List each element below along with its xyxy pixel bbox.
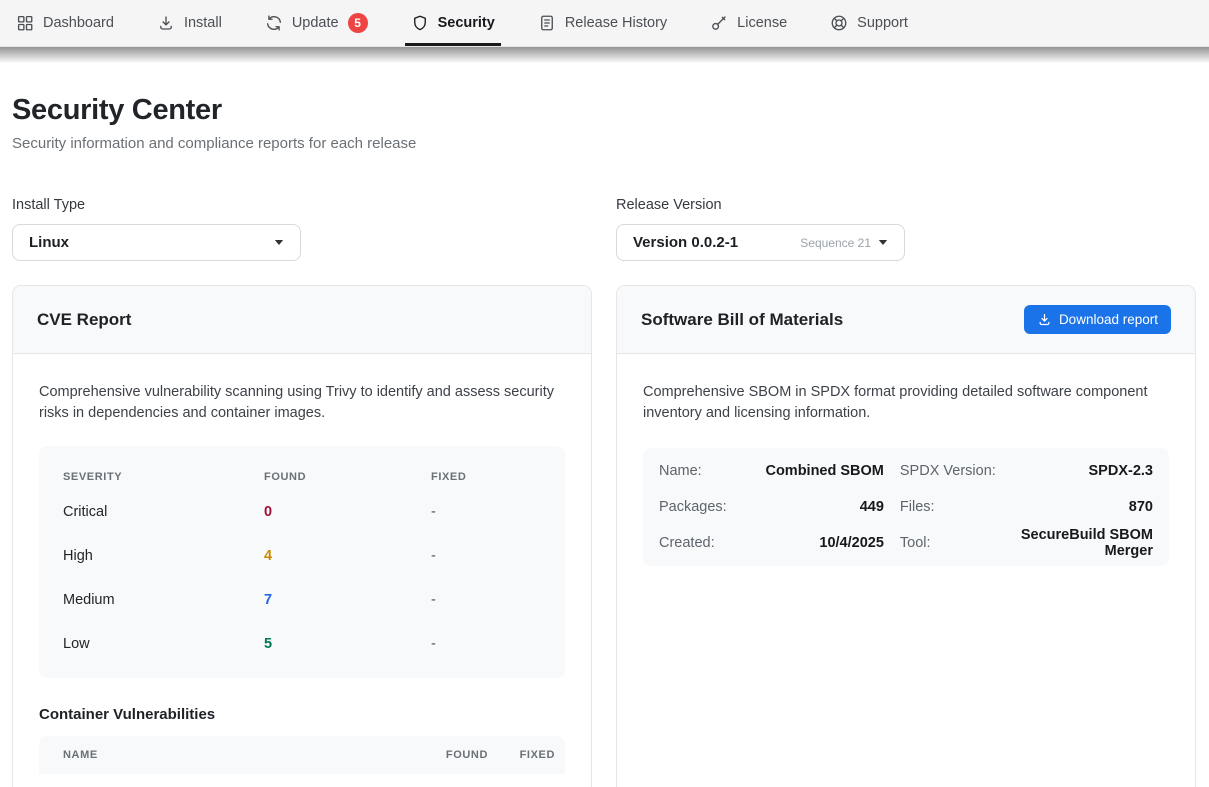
page-title: Security Center bbox=[12, 93, 1196, 127]
install-type-value: Linux bbox=[29, 234, 274, 251]
nav-item-support[interactable]: Support bbox=[824, 0, 914, 46]
sbom-detail-label: Name: bbox=[659, 453, 727, 489]
grid-icon bbox=[16, 14, 34, 32]
sbom-card: Software Bill of Materials Download repo… bbox=[616, 285, 1196, 787]
nav-label: Support bbox=[857, 15, 908, 31]
download-icon bbox=[1037, 312, 1052, 327]
severity-row-critical: Critical 0 - bbox=[63, 490, 541, 534]
severity-row-medium: Medium 7 - bbox=[63, 578, 541, 622]
nav-label: Dashboard bbox=[43, 15, 114, 31]
sbom-detail-value: Combined SBOM bbox=[743, 453, 884, 489]
sbom-detail-value: SecureBuild SBOM Merger bbox=[1012, 525, 1153, 561]
caret-down-icon bbox=[274, 239, 284, 246]
cve-report-card: CVE Report Comprehensive vulnerability s… bbox=[12, 285, 592, 787]
col-severity: SEVERITY bbox=[63, 471, 264, 483]
nav-label: Install bbox=[184, 15, 222, 31]
release-version-label: Release Version bbox=[616, 197, 1196, 214]
refresh-icon bbox=[265, 14, 283, 32]
nav-bar: Dashboard Install Update 5 Security Rele… bbox=[0, 0, 1209, 47]
cards-row: CVE Report Comprehensive vulnerability s… bbox=[12, 285, 1196, 787]
nav-item-release-history[interactable]: Release History bbox=[532, 0, 673, 46]
sbom-title: Software Bill of Materials bbox=[641, 310, 843, 330]
sbom-description: Comprehensive SBOM in SPDX format provid… bbox=[643, 382, 1169, 424]
nav-label: Update bbox=[292, 15, 339, 31]
sbom-header: Software Bill of Materials Download repo… bbox=[617, 286, 1195, 354]
install-type-label: Install Type bbox=[12, 197, 592, 214]
sbom-detail-label: Files: bbox=[900, 489, 996, 525]
nav-item-dashboard[interactable]: Dashboard bbox=[10, 0, 120, 46]
nav-label: Security bbox=[438, 15, 495, 31]
severity-name: High bbox=[63, 548, 264, 564]
sbom-detail-label: Packages: bbox=[659, 489, 727, 525]
severity-table: SEVERITY FOUND FIXED Critical 0 - High 4… bbox=[39, 446, 565, 678]
download-report-label: Download report bbox=[1059, 312, 1158, 327]
col-name: NAME bbox=[63, 749, 420, 761]
fixed-count: - bbox=[431, 548, 541, 564]
filters-row: Install Type Linux Release Version Versi… bbox=[12, 197, 1196, 261]
page-subtitle: Security information and compliance repo… bbox=[12, 135, 1196, 153]
container-vulnerabilities-table-body bbox=[39, 774, 565, 787]
cve-report-description: Comprehensive vulnerability scanning usi… bbox=[39, 382, 565, 424]
col-found: FOUND bbox=[420, 749, 488, 761]
fixed-count: - bbox=[431, 636, 541, 652]
nav-item-security[interactable]: Security bbox=[405, 0, 501, 46]
download-report-button[interactable]: Download report bbox=[1024, 305, 1171, 334]
container-vulnerabilities-table-header: NAME FOUND FIXED bbox=[39, 736, 565, 774]
severity-row-low: Low 5 - bbox=[63, 622, 541, 666]
main-content: Security Center Security information and… bbox=[0, 63, 1209, 787]
sbom-detail-label: Created: bbox=[659, 525, 727, 561]
release-version-select[interactable]: Version 0.0.2-1 Sequence 21 bbox=[616, 224, 905, 261]
severity-row-high: High 4 - bbox=[63, 534, 541, 578]
cve-report-header: CVE Report bbox=[13, 286, 591, 354]
nav-item-update[interactable]: Update 5 bbox=[259, 0, 374, 46]
found-count: 7 bbox=[264, 592, 431, 608]
fixed-count: - bbox=[431, 504, 541, 520]
sbom-detail-value: 870 bbox=[1012, 489, 1153, 525]
nav-label: Release History bbox=[565, 15, 667, 31]
shield-icon bbox=[411, 14, 429, 32]
severity-name: Critical bbox=[63, 504, 264, 520]
release-version-value: Version 0.0.2-1 bbox=[633, 234, 800, 251]
found-count: 5 bbox=[264, 636, 431, 652]
lifebuoy-icon bbox=[830, 14, 848, 32]
install-type-select[interactable]: Linux bbox=[12, 224, 301, 261]
cve-report-title: CVE Report bbox=[37, 310, 131, 330]
container-vulnerabilities-title: Container Vulnerabilities bbox=[39, 706, 565, 724]
nav-item-install[interactable]: Install bbox=[151, 0, 228, 46]
download-icon bbox=[157, 14, 175, 32]
sbom-detail-value: 10/4/2025 bbox=[743, 525, 884, 561]
sbom-detail-label: SPDX Version: bbox=[900, 453, 996, 489]
severity-name: Low bbox=[63, 636, 264, 652]
update-count-badge: 5 bbox=[348, 13, 368, 33]
nav-item-license[interactable]: License bbox=[704, 0, 793, 46]
nav-shadow bbox=[0, 47, 1209, 63]
found-count: 4 bbox=[264, 548, 431, 564]
severity-table-header: SEVERITY FOUND FIXED bbox=[63, 464, 541, 490]
sbom-detail-label: Tool: bbox=[900, 525, 996, 561]
nav-label: License bbox=[737, 15, 787, 31]
caret-down-icon bbox=[878, 239, 888, 246]
col-fixed: FIXED bbox=[488, 749, 555, 761]
sbom-detail-value: SPDX-2.3 bbox=[1012, 453, 1153, 489]
document-icon bbox=[538, 14, 556, 32]
severity-name: Medium bbox=[63, 592, 264, 608]
found-count: 0 bbox=[264, 504, 431, 520]
sbom-details: Name: Combined SBOM SPDX Version: SPDX-2… bbox=[643, 448, 1169, 566]
col-found: FOUND bbox=[264, 471, 431, 483]
sequence-badge: Sequence 21 bbox=[800, 236, 871, 250]
fixed-count: - bbox=[431, 592, 541, 608]
sbom-detail-value: 449 bbox=[743, 489, 884, 525]
col-fixed: FIXED bbox=[431, 471, 541, 483]
key-icon bbox=[710, 14, 728, 32]
